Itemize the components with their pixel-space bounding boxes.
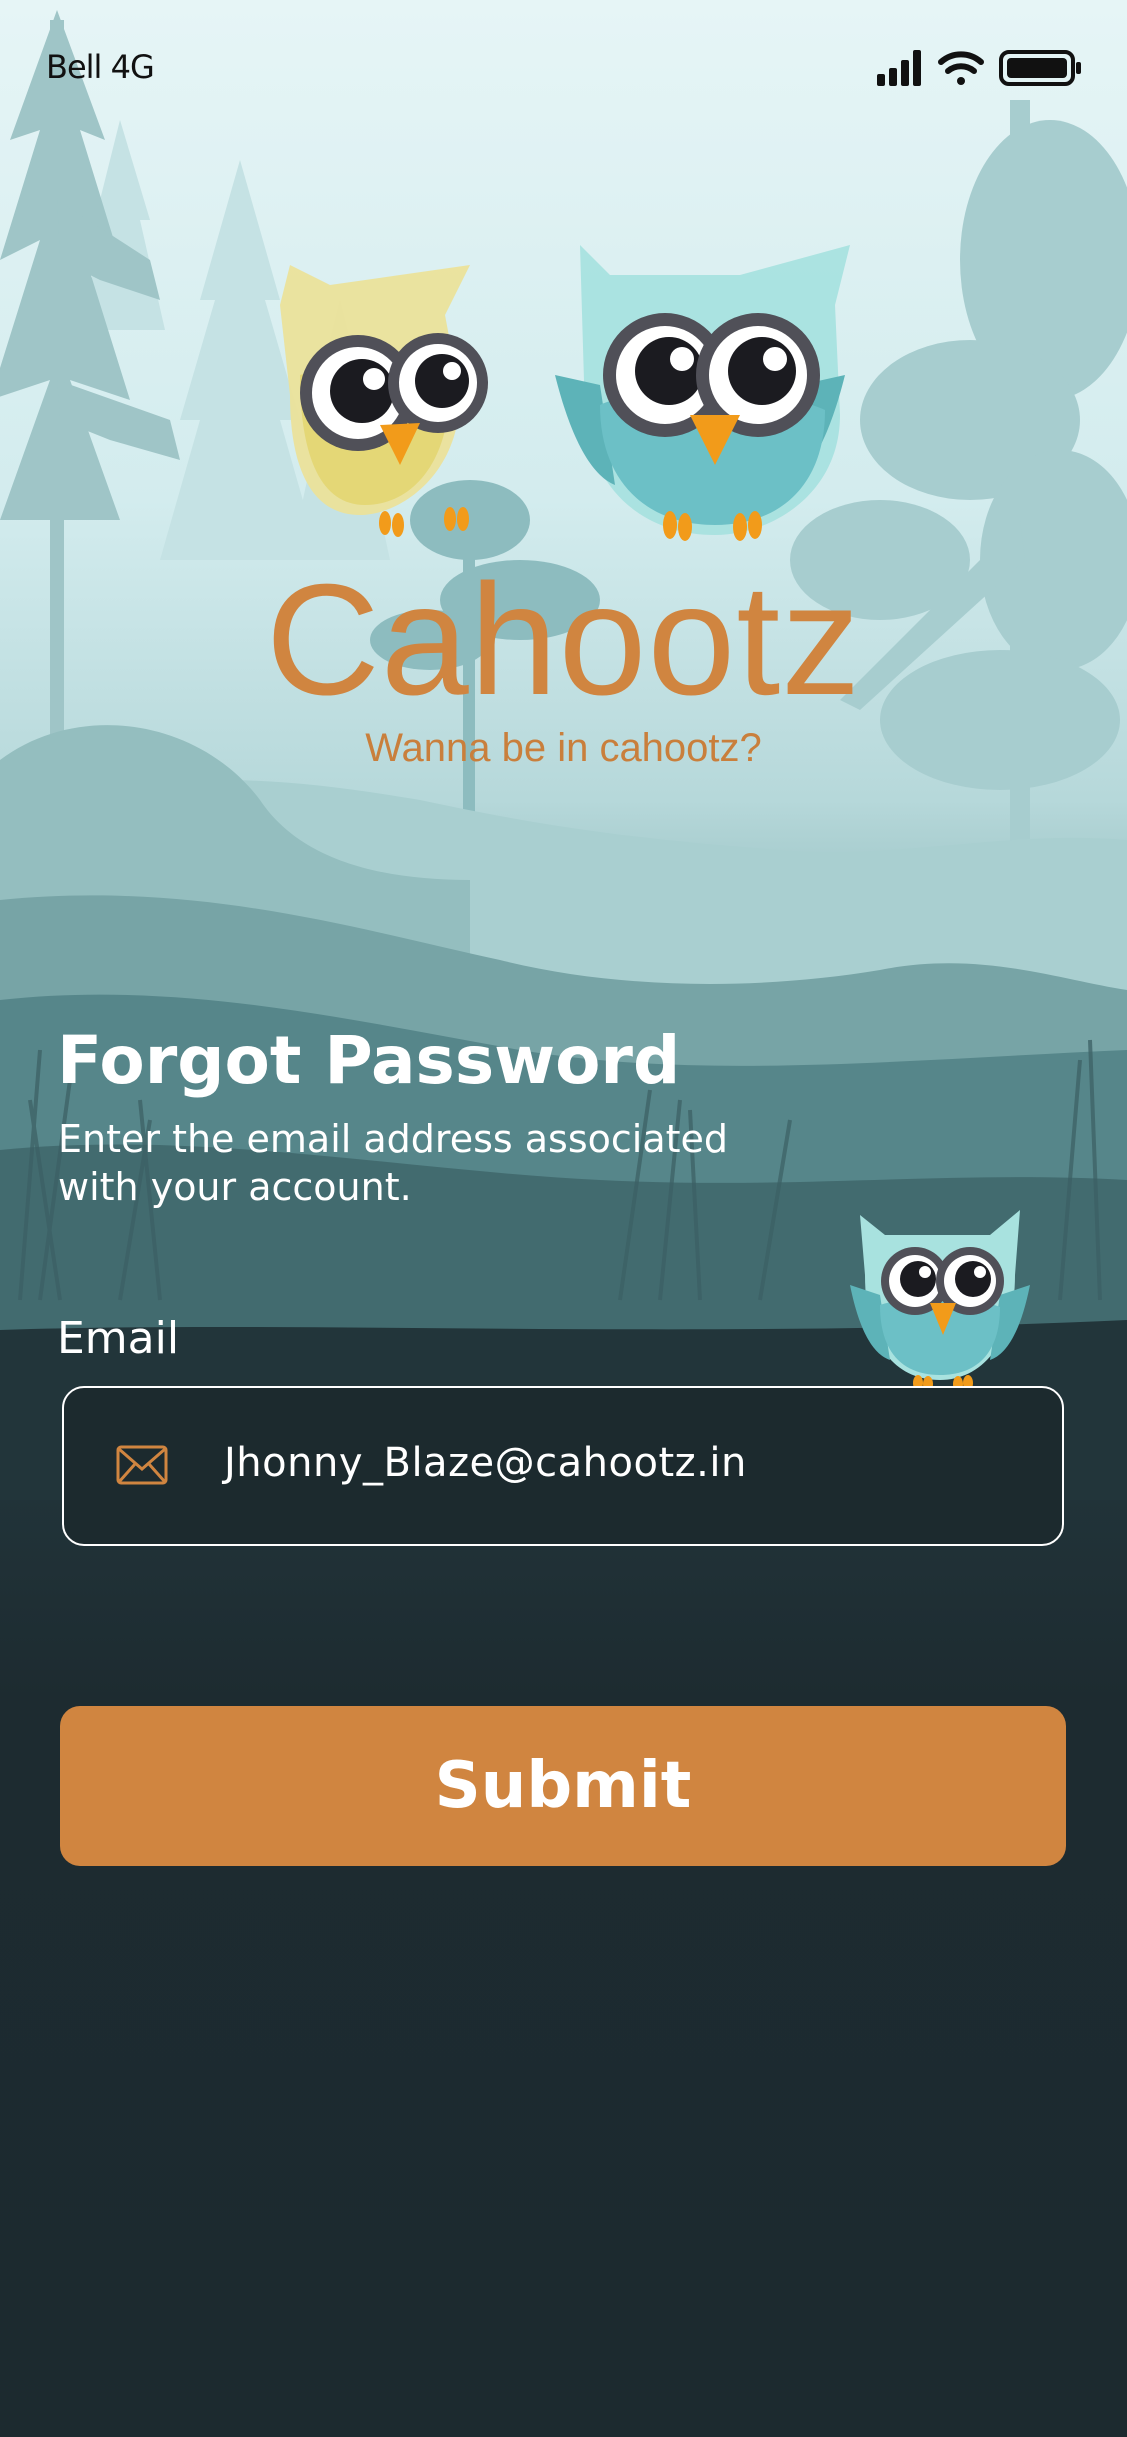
teal-owl-icon	[555, 245, 850, 541]
mail-icon	[116, 1445, 168, 1485]
page-subtitle: Enter the email address associated with …	[58, 1117, 729, 1209]
battery-icon	[999, 50, 1081, 86]
yellow-owl-icon	[280, 265, 488, 537]
forgot-password-screen: Bell 4G Cahootz Wanna be in cahootz? For…	[0, 0, 1127, 2437]
email-label: Email	[57, 1313, 180, 1364]
email-input[interactable]: Jhonny_Blaze@cahootz.in	[224, 1440, 747, 1486]
owls-illustration	[280, 245, 850, 541]
wifi-icon	[938, 51, 984, 85]
app-logo: Cahootz	[265, 552, 862, 728]
small-owl-icon	[850, 1210, 1030, 1392]
submit-button[interactable]: Submit	[60, 1706, 1066, 1866]
carrier-label: Bell 4G	[46, 48, 155, 86]
page-title: Forgot Password	[57, 1022, 681, 1099]
cellular-signal-icon	[877, 50, 921, 86]
email-field[interactable]: Jhonny_Blaze@cahootz.in	[62, 1386, 1064, 1546]
app-tagline: Wanna be in cahootz?	[365, 726, 762, 770]
status-icons	[877, 50, 1081, 86]
